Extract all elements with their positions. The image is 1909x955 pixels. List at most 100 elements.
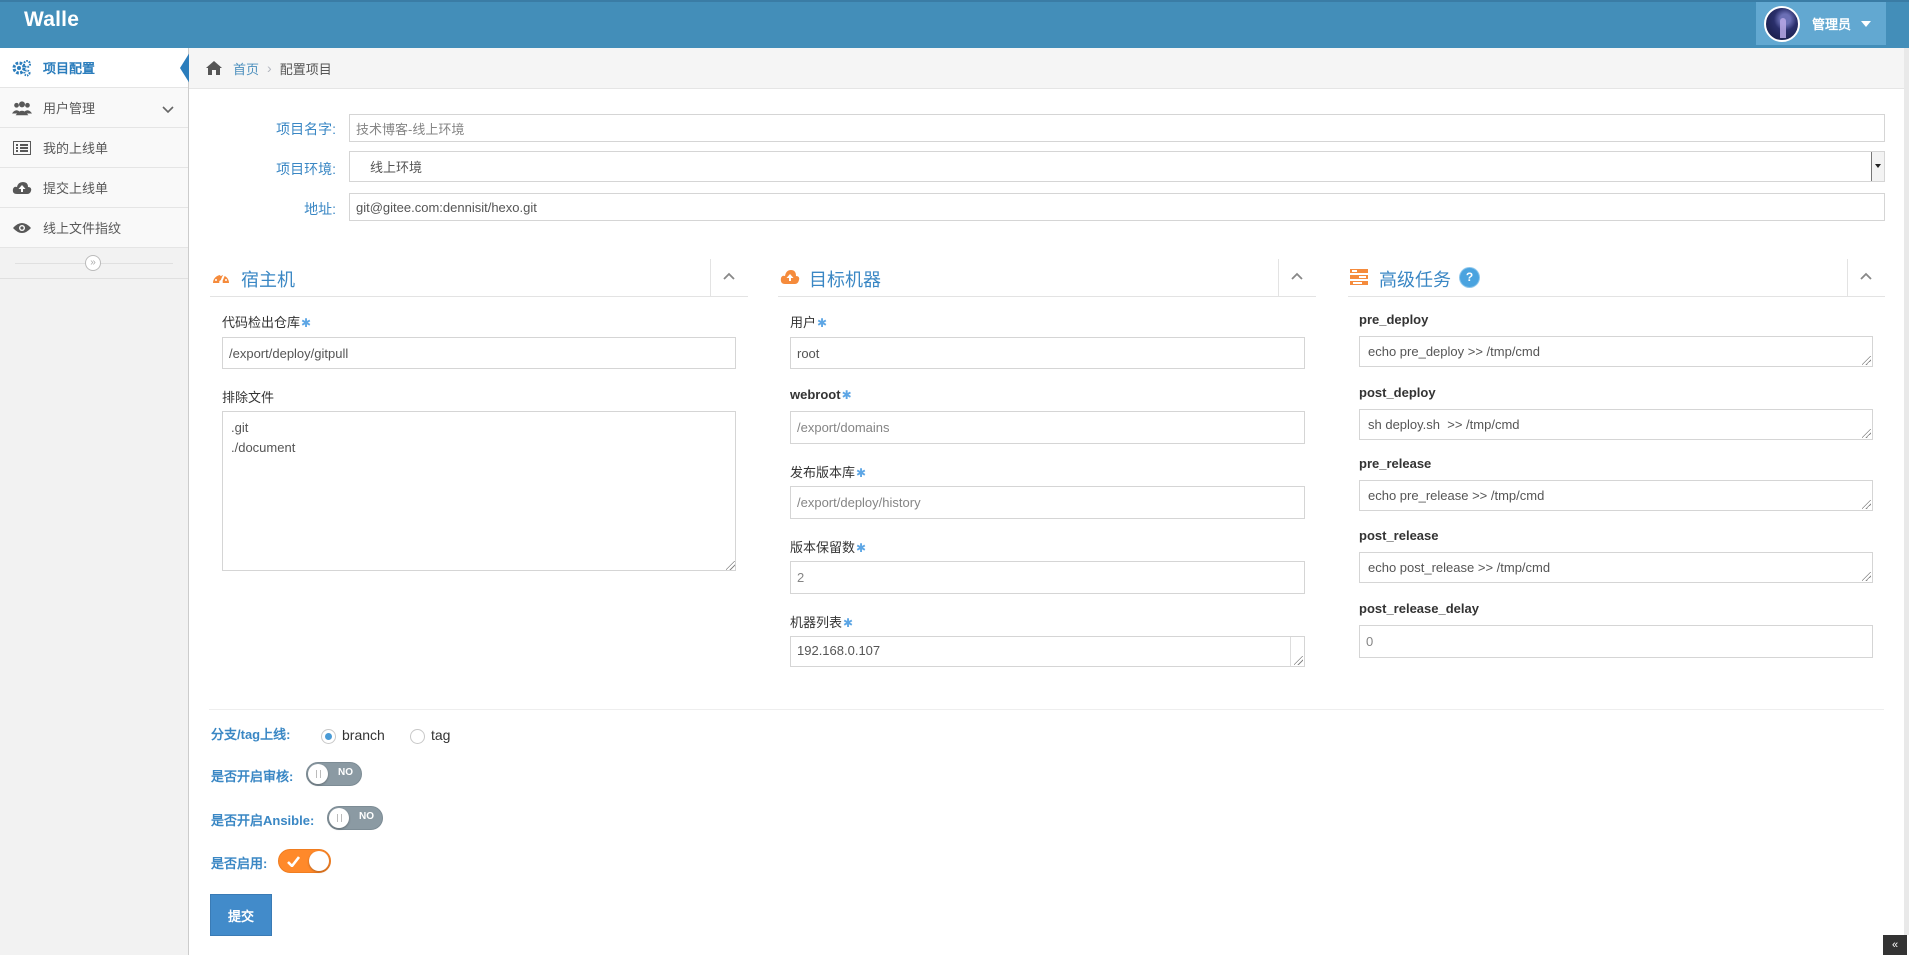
post-release-textarea[interactable]: echo post_release >> /tmp/cmd xyxy=(1359,552,1873,583)
project-env-select[interactable]: 线上环境 xyxy=(349,151,1885,182)
post-release-delay-input[interactable] xyxy=(1359,625,1873,658)
user-menu[interactable]: 管理员 xyxy=(1756,2,1886,45)
breadcrumb-current: 配置项目 xyxy=(279,61,332,77)
audit-toggle[interactable]: NO xyxy=(306,762,362,786)
repo-path-input[interactable] xyxy=(222,337,736,369)
keep-versions-input[interactable] xyxy=(790,561,1305,594)
required-mark: ✱ xyxy=(817,316,828,330)
sidebar-collapse-button[interactable]: » xyxy=(85,255,101,271)
repo-path-label: 代码检出仓库✱ xyxy=(222,315,312,330)
user-name: 管理员 xyxy=(1812,17,1852,32)
sidebar-item-submit-deploy[interactable]: 提交上线单 xyxy=(0,168,188,208)
branch-radio[interactable] xyxy=(321,729,336,744)
target-user-label: 用户✱ xyxy=(790,315,828,330)
tag-radio[interactable] xyxy=(410,729,425,744)
resize-grip-icon[interactable] xyxy=(1862,356,1871,365)
pre-deploy-textarea[interactable]: echo pre_deploy >> /tmp/cmd xyxy=(1359,336,1873,367)
top-navbar: Walle 管理员 xyxy=(0,0,1909,48)
post-release-label: post_release xyxy=(1359,528,1439,543)
enable-label: 是否启用: xyxy=(211,856,268,871)
ansible-label: 是否开启Ansible: xyxy=(211,813,315,828)
required-mark: ✱ xyxy=(843,616,854,630)
host-list-textarea[interactable]: 192.168.0.107 xyxy=(790,636,1305,667)
breadcrumb-separator: › xyxy=(267,60,272,76)
required-mark: ✱ xyxy=(301,316,312,330)
host-widget-title: 宿主机 xyxy=(241,270,295,290)
cloud-upload-icon xyxy=(12,178,32,198)
target-widget-header: 目标机器 xyxy=(778,259,1316,297)
resize-grip-icon[interactable] xyxy=(1862,429,1871,438)
toggle-state-text: NO xyxy=(359,811,374,822)
sidebar-collapse-bar: » xyxy=(0,248,188,279)
sidebar-item-file-fingerprint[interactable]: 线上文件指纹 xyxy=(0,208,188,248)
user-avatar xyxy=(1764,5,1800,42)
toggle-knob xyxy=(308,764,328,784)
breadcrumb-home-link[interactable]: 首页 xyxy=(233,59,259,78)
tasks-icon xyxy=(1350,269,1368,287)
tasks-widget-header: 高级任务 ? xyxy=(1348,259,1885,297)
dashboard-icon xyxy=(212,269,230,287)
users-icon xyxy=(12,98,32,118)
post-deploy-label: post_deploy xyxy=(1359,385,1436,400)
eye-icon xyxy=(12,218,32,238)
ansible-toggle[interactable]: NO xyxy=(327,806,383,830)
target-user-input[interactable] xyxy=(790,337,1305,369)
project-env-label: 项目环境: xyxy=(276,161,336,177)
deploy-mode-label: 分支/tag上线: xyxy=(211,727,291,742)
resize-grip-icon[interactable] xyxy=(1862,572,1871,581)
pre-release-label: pre_release xyxy=(1359,456,1432,471)
brand-logo[interactable]: Walle xyxy=(24,8,79,32)
sidebar-item-label: 我的上线单 xyxy=(43,141,109,156)
resize-grip-icon[interactable] xyxy=(1294,656,1303,665)
page-scrollbar[interactable] xyxy=(1904,48,1909,935)
post-release-delay-label: post_release_delay xyxy=(1359,601,1479,616)
resize-grip-icon[interactable] xyxy=(1862,500,1871,509)
chevron-down-icon xyxy=(162,102,174,117)
project-name-label: 项目名字: xyxy=(276,121,336,137)
cloud-upload-icon xyxy=(780,269,800,287)
breadcrumb: 首页 › 配置项目 xyxy=(189,48,1909,89)
select-arrow-icon xyxy=(1871,152,1884,181)
sidebar-item-label: 线上文件指纹 xyxy=(43,221,122,236)
toggle-knob xyxy=(329,808,349,828)
home-icon[interactable] xyxy=(205,60,223,76)
webroot-input[interactable] xyxy=(790,411,1305,444)
keep-versions-label: 版本保留数✱ xyxy=(790,540,867,555)
target-widget-title: 目标机器 xyxy=(809,270,881,290)
caret-down-icon xyxy=(1861,20,1872,27)
toggle-knob xyxy=(309,851,329,871)
webroot-label: webroot✱ xyxy=(790,387,852,402)
section-divider xyxy=(209,709,1884,710)
project-name-input[interactable] xyxy=(349,114,1885,142)
exclude-files-textarea[interactable]: .git ./document xyxy=(222,411,736,571)
required-mark: ✱ xyxy=(856,466,867,480)
host-widget-header: 宿主机 xyxy=(210,259,748,297)
audit-label: 是否开启审核: xyxy=(211,769,294,784)
sidebar-item-project-config[interactable]: 项目配置 xyxy=(0,48,190,88)
scroll-to-top-button[interactable]: « xyxy=(1883,935,1907,955)
sidebar-item-user-management[interactable]: 用户管理 xyxy=(0,88,188,128)
toggle-state-text: NO xyxy=(338,767,353,778)
sidebar: 项目配置 用户管理 我的上线单 提交上线单 线上文件指纹 » xyxy=(0,48,190,955)
enable-toggle[interactable] xyxy=(278,849,331,873)
target-collapse-button[interactable] xyxy=(1278,259,1316,297)
post-deploy-textarea[interactable]: sh deploy.sh >> /tmp/cmd xyxy=(1359,409,1873,440)
sidebar-item-label: 用户管理 xyxy=(43,101,96,116)
sidebar-item-label: 提交上线单 xyxy=(43,181,109,196)
sidebar-item-label: 项目配置 xyxy=(43,61,96,76)
check-icon xyxy=(287,855,301,870)
help-icon[interactable]: ? xyxy=(1460,268,1479,287)
tasks-widget-title: 高级任务 xyxy=(1379,270,1451,290)
sidebar-item-my-deploys[interactable]: 我的上线单 xyxy=(0,128,188,168)
repo-address-input[interactable] xyxy=(349,193,1885,221)
project-env-value: 线上环境 xyxy=(370,160,423,175)
required-mark: ✱ xyxy=(841,388,852,402)
resize-grip-icon[interactable] xyxy=(726,561,735,570)
submit-button[interactable]: 提交 xyxy=(210,894,272,936)
host-collapse-button[interactable] xyxy=(710,259,748,297)
tasks-collapse-button[interactable] xyxy=(1847,259,1885,297)
branch-radio-label[interactable]: branch xyxy=(342,727,385,743)
release-library-input[interactable] xyxy=(790,486,1305,519)
pre-release-textarea[interactable]: echo pre_release >> /tmp/cmd xyxy=(1359,480,1873,511)
tag-radio-label[interactable]: tag xyxy=(431,727,450,743)
